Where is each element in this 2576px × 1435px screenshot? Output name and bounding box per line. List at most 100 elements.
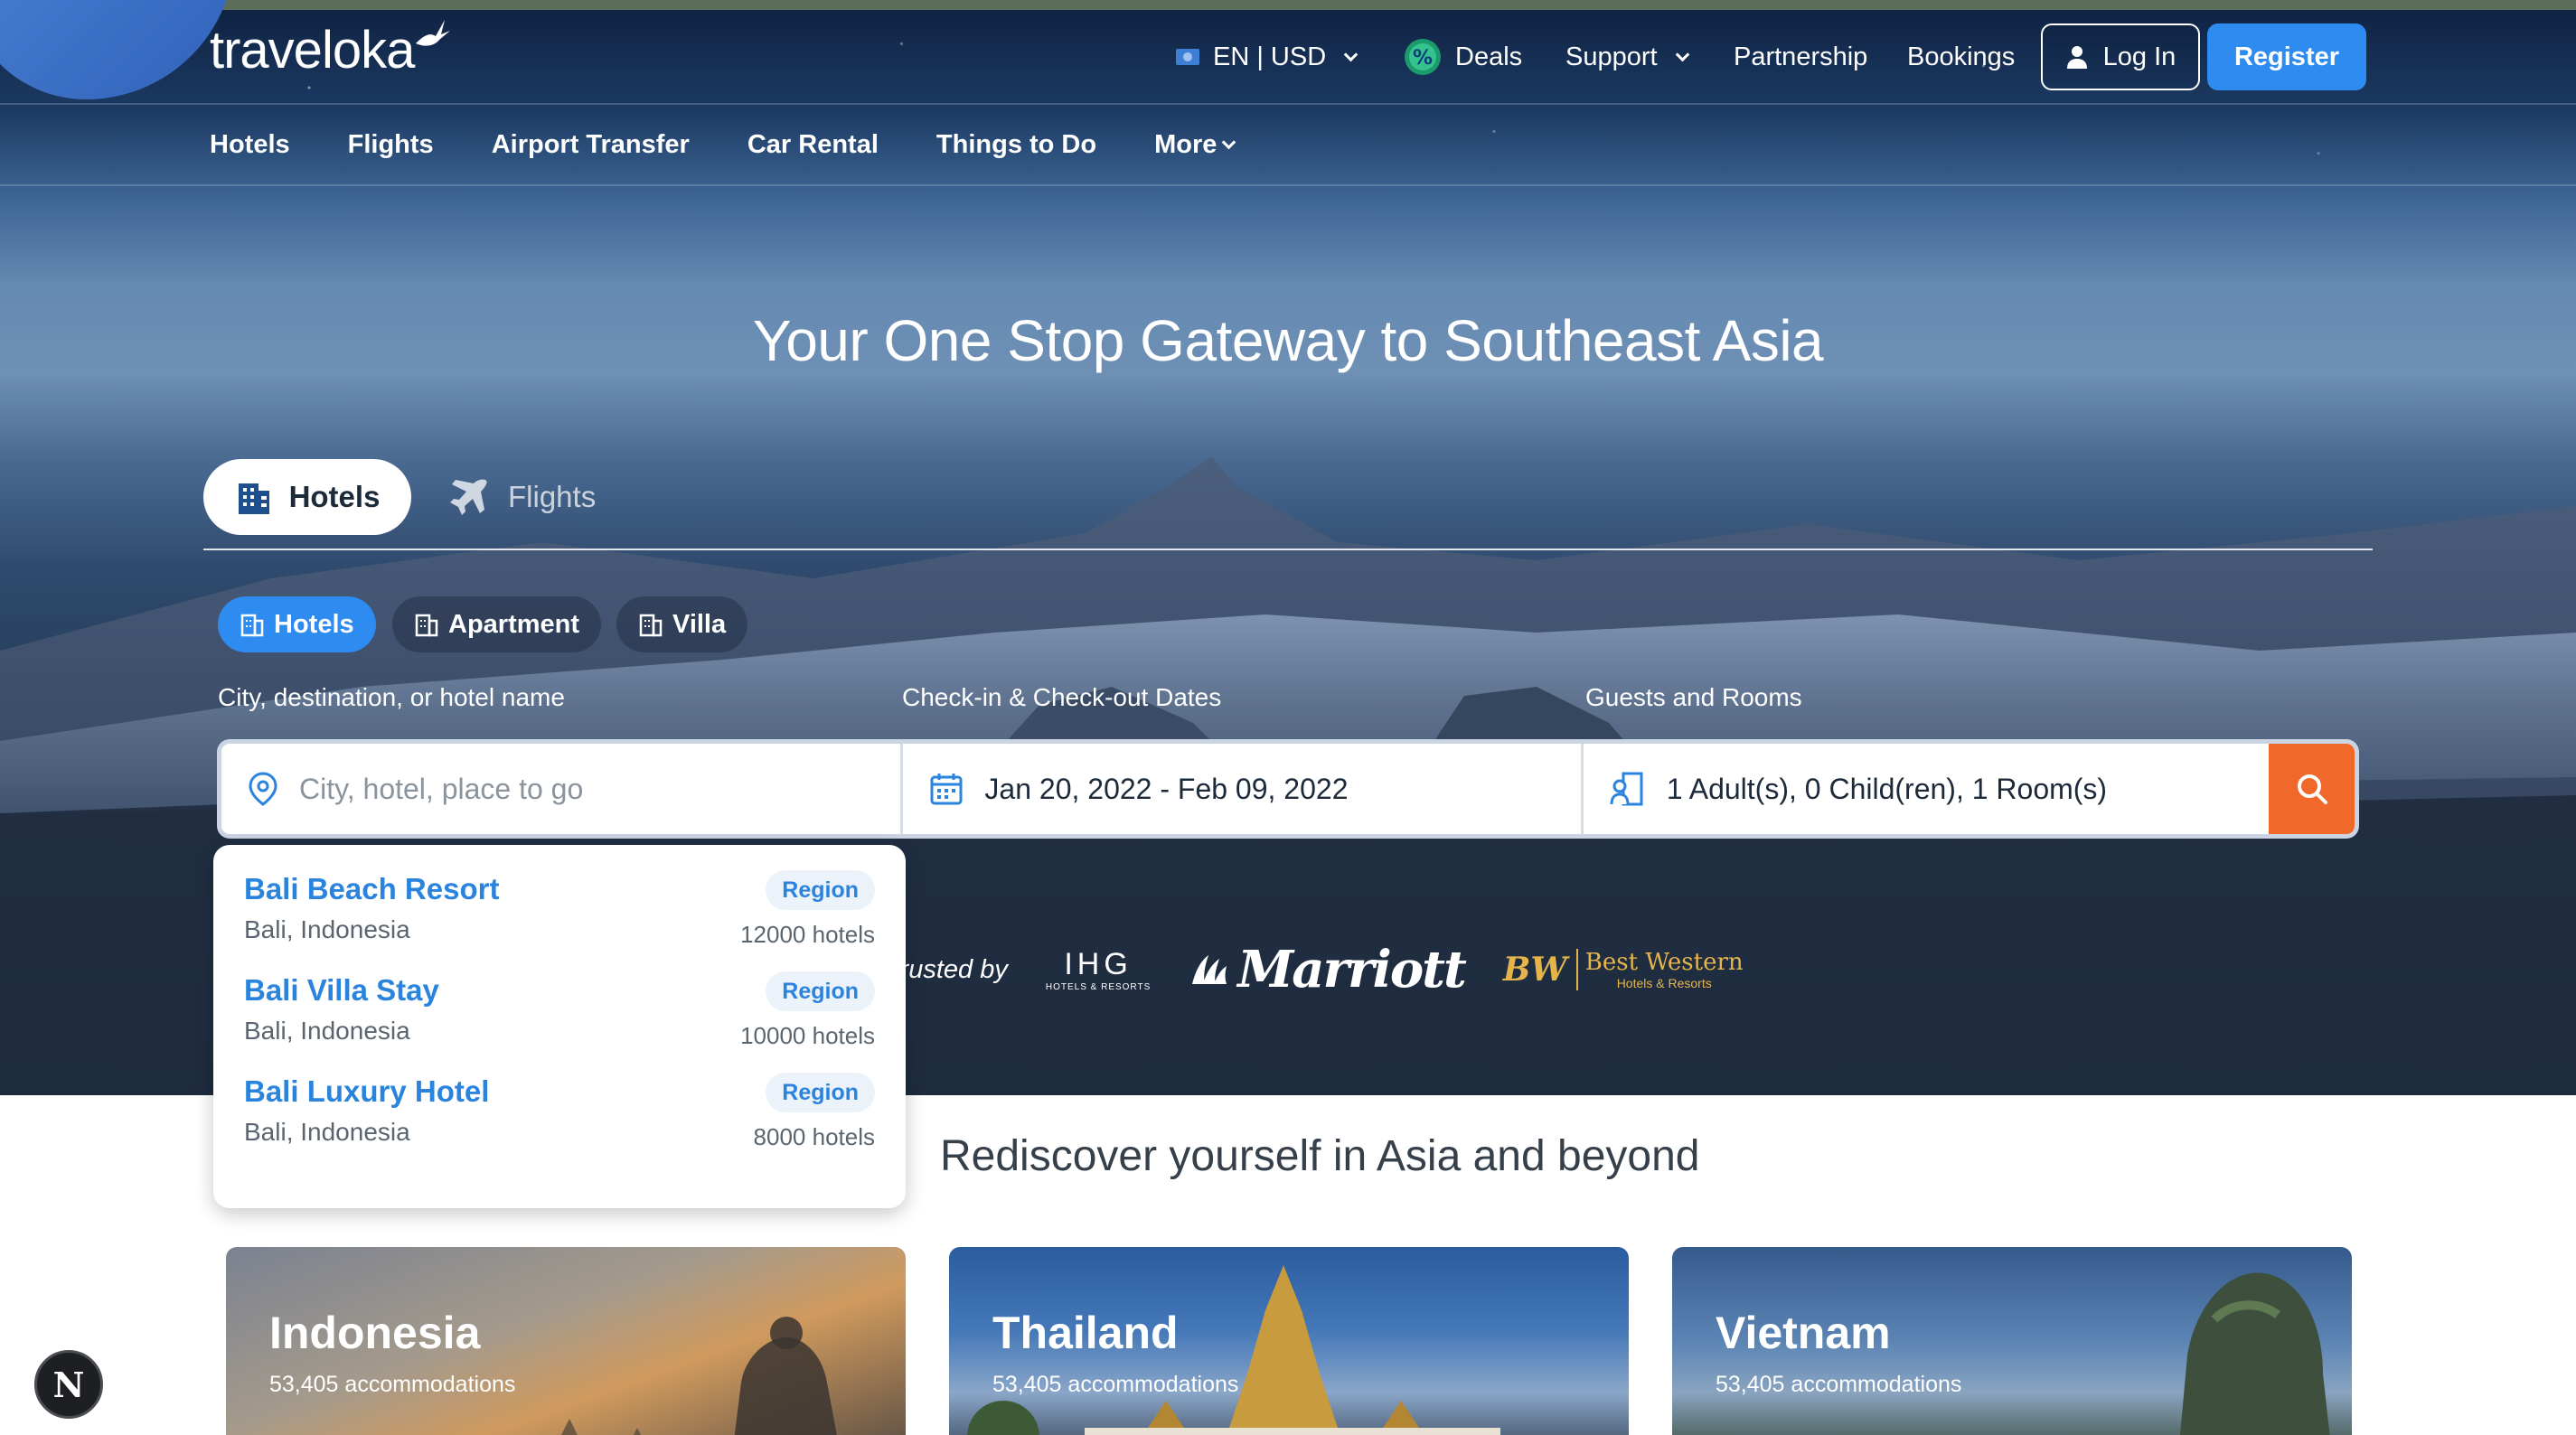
destination-suggestions-dropdown: Bali Beach Resort Bali, Indonesia Region… (213, 845, 906, 1208)
airplane-icon (450, 479, 487, 515)
chevron-down-icon (1343, 47, 1359, 61)
tab-flights[interactable]: Flights (448, 459, 596, 535)
destination-name: Vietnam (1716, 1308, 1891, 1358)
suggestion-name: Bali Beach Resort (244, 872, 500, 905)
guests-rooms-input[interactable]: 1 Adult(s), 0 Child(ren), 1 Room(s) (1584, 744, 2269, 834)
bookings-link[interactable]: Bookings (1907, 22, 2015, 92)
suggestion-hotel-count: 12000 hotels (740, 921, 875, 948)
date-range-input[interactable]: Jan 20, 2022 - Feb 09, 2022 (903, 744, 1584, 834)
hotel-search-form: City, hotel, place to go Jan 20, 2022 - … (217, 739, 2359, 839)
suggestion-type-badge: Region (766, 1073, 875, 1112)
user-icon (2066, 46, 2087, 69)
locale-currency-selector[interactable]: EN | USD (1175, 22, 1359, 92)
traveloka-logo[interactable]: traveloka (210, 20, 415, 80)
bookings-label: Bookings (1907, 42, 2016, 71)
guests-icon (1610, 772, 1643, 806)
subnav-more[interactable]: More (1154, 117, 1236, 172)
hero-headline: Your One Stop Gateway to Southeast Asia (752, 308, 1824, 373)
building-icon (240, 614, 264, 637)
subnav-things-to-do[interactable]: Things to Do (936, 117, 1096, 172)
bw-sub: Hotels & Resorts (1616, 976, 1712, 990)
header-divider (0, 103, 2576, 105)
chip-hotels[interactable]: Hotels (218, 596, 376, 652)
destination-placeholder: City, hotel, place to go (299, 772, 584, 805)
logo-bird-icon (416, 20, 450, 46)
guests-label: Guests and Rooms (1585, 683, 1802, 711)
location-pin-icon (249, 772, 277, 806)
destination-count: 53,405 accommodations (992, 1372, 1239, 1397)
flag-icon (1176, 49, 1199, 65)
suggestion-item[interactable]: Bali Luxury Hotel Bali, Indonesia Region… (244, 1071, 875, 1172)
subnav-airport-transfer[interactable]: Airport Transfer (492, 117, 690, 172)
guests-rooms-value: 1 Adult(s), 0 Child(ren), 1 Room(s) (1666, 772, 2108, 805)
chip-hotels-label: Hotels (274, 609, 354, 639)
chip-apartment-label: Apartment (448, 609, 580, 639)
subnav-divider (0, 184, 2576, 186)
register-button[interactable]: Register (2207, 23, 2366, 90)
destination-label: City, destination, or hotel name (218, 683, 565, 711)
suggestion-location: Bali, Indonesia (244, 1017, 410, 1045)
locale-label: EN | USD (1213, 42, 1327, 71)
destination-count: 53,405 accommodations (269, 1372, 516, 1397)
subnav-car-rental[interactable]: Car Rental (747, 117, 879, 172)
tab-hotels[interactable]: Hotels (203, 459, 411, 535)
dates-label: Check-in & Check-out Dates (902, 683, 1222, 711)
ihg-logo-sub: HOTELS & RESORTS (1045, 982, 1152, 992)
destinations-section-title: Rediscover yourself in Asia and beyond (940, 1132, 1700, 1180)
marriott-wordmark: Marriott (1237, 940, 1467, 999)
svg-text:%: % (1413, 47, 1433, 70)
suggestion-location: Bali, Indonesia (244, 1118, 410, 1146)
deals-link[interactable]: % Deals (1403, 22, 1522, 92)
calendar-icon (930, 774, 963, 805)
deals-label: Deals (1455, 42, 1523, 71)
destination-input[interactable]: City, hotel, place to go (221, 744, 904, 834)
suggestion-name: Bali Luxury Hotel (244, 1074, 490, 1108)
suggestion-item[interactable]: Bali Villa Stay Bali, Indonesia Region 1… (244, 970, 875, 1071)
suggestion-location: Bali, Indonesia (244, 915, 410, 943)
building-icon (238, 483, 269, 514)
subnav-flights[interactable]: Flights (348, 117, 434, 172)
ihg-logo: IHG HOTELS & RESORTS (1046, 947, 1151, 992)
suggestion-type-badge: Region (766, 870, 875, 910)
subnav-more-label: More (1154, 130, 1217, 159)
destination-card-vietnam[interactable]: Vietnam 53,405 accommodations (1672, 1247, 2352, 1435)
partnership-label: Partnership (1734, 42, 1868, 71)
partnership-link[interactable]: Partnership (1734, 22, 1867, 92)
ihg-logo-main: IHG (1064, 947, 1133, 981)
destination-name: Thailand (992, 1308, 1179, 1358)
villa-icon (639, 614, 663, 637)
destination-card-indonesia[interactable]: Indonesia 53,405 accommodations (226, 1247, 906, 1435)
suggestion-hotel-count: 8000 hotels (753, 1123, 875, 1150)
marriott-mark-icon (1192, 955, 1227, 984)
chip-villa-label: Villa (672, 609, 727, 639)
suggestion-item[interactable]: Bali Beach Resort Bali, Indonesia Region… (244, 868, 875, 970)
deals-percent-icon: % (1405, 39, 1441, 75)
chip-apartment[interactable]: Apartment (392, 596, 602, 652)
bw-name: Best Western (1584, 949, 1744, 976)
subnav-hotels[interactable]: Hotels (210, 117, 290, 172)
destination-card-thailand[interactable]: Thailand 53,405 accommodations (949, 1247, 1629, 1435)
apartment-icon (415, 614, 438, 637)
login-button[interactable]: Log In (2041, 23, 2200, 90)
chevron-down-icon (1675, 47, 1689, 61)
trusted-by-partners: Trusted by IHG HOTELS & RESORTS Marriott… (886, 940, 1744, 999)
support-menu[interactable]: Support (1565, 22, 1689, 92)
search-icon (2297, 774, 2327, 804)
tabs-underline (203, 549, 2373, 550)
destination-name: Indonesia (269, 1308, 481, 1358)
suggestion-name: Bali Villa Stay (244, 973, 439, 1007)
product-subnav: Hotels Flights Airport Transfer Car Rent… (210, 117, 1236, 172)
tab-hotels-label: Hotels (288, 480, 381, 513)
suggestion-hotel-count: 10000 hotels (740, 1022, 875, 1049)
dev-tools-badge[interactable]: N (34, 1350, 103, 1419)
bw-mark: BW (1502, 951, 1567, 989)
date-range-value: Jan 20, 2022 - Feb 09, 2022 (984, 772, 1349, 805)
marriott-logo: Marriott (1189, 940, 1467, 999)
chevron-down-icon (1222, 135, 1236, 149)
chip-villa[interactable]: Villa (616, 596, 748, 652)
search-button[interactable] (2269, 744, 2355, 834)
login-label: Log In (2102, 42, 2176, 71)
destination-count: 53,405 accommodations (1716, 1372, 1962, 1397)
browser-top-strip (0, 0, 2576, 10)
suggestion-type-badge: Region (766, 971, 875, 1011)
